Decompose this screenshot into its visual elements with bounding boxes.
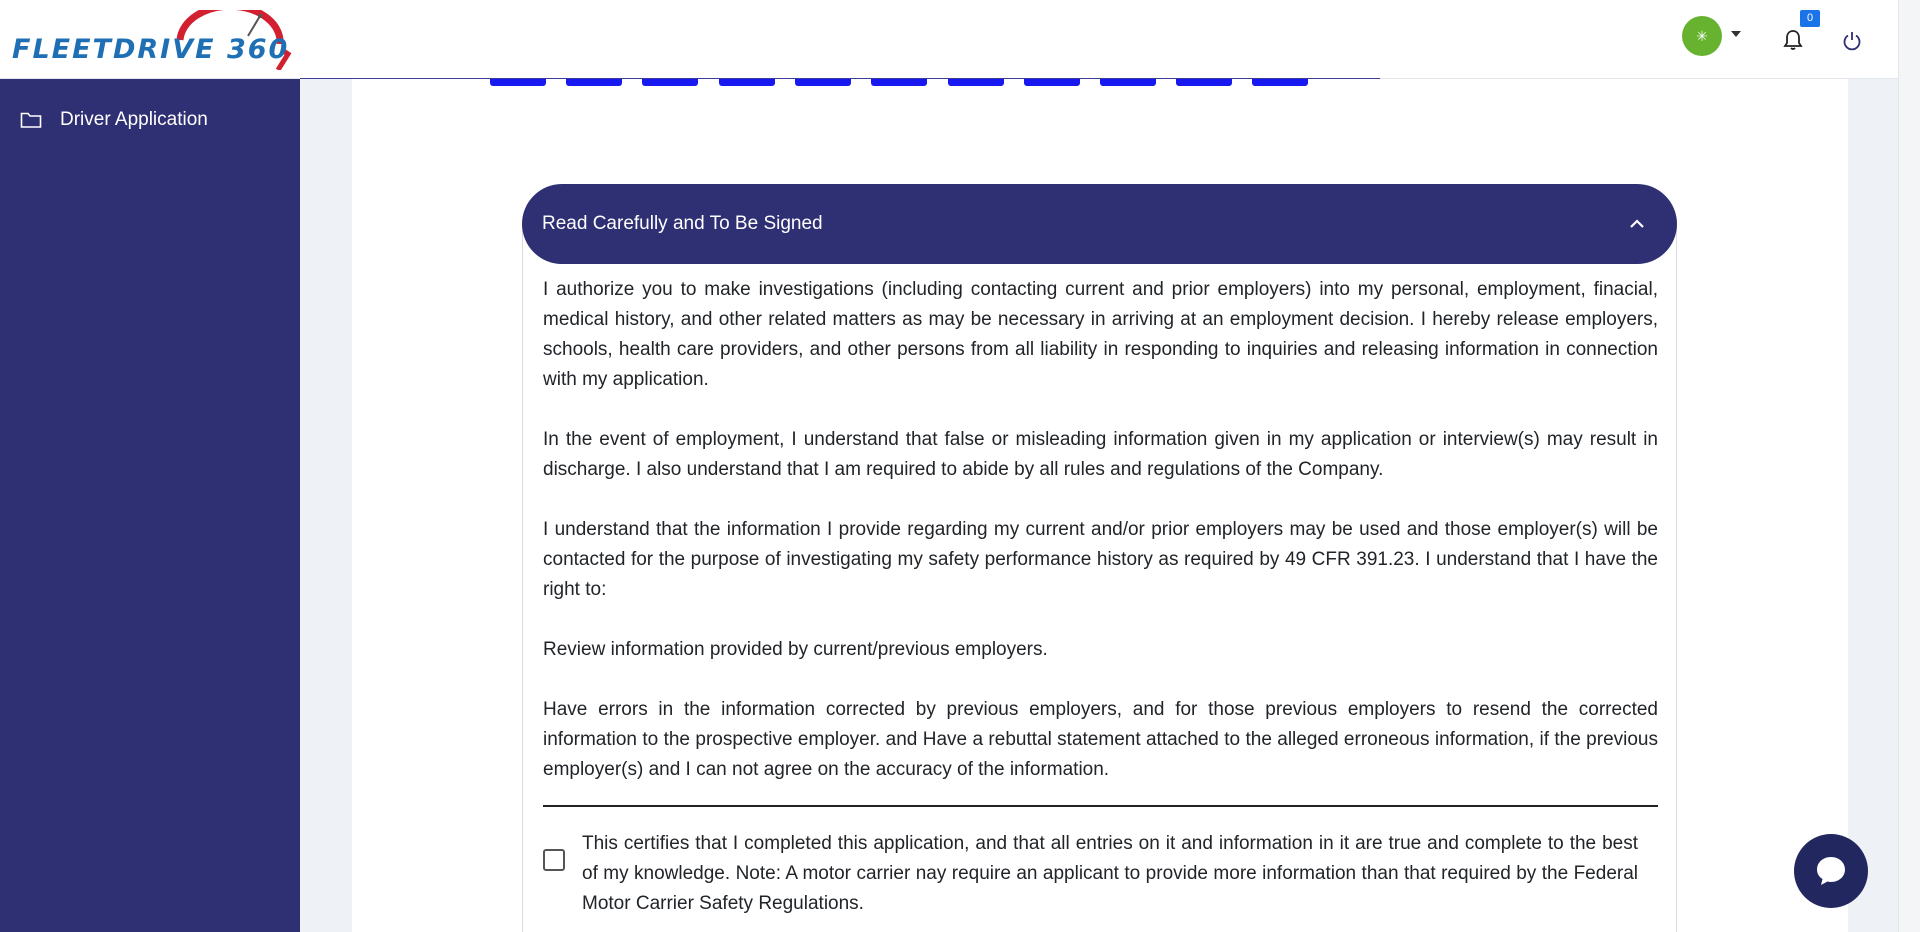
stepper-tab[interactable] — [719, 79, 775, 86]
chevron-up-icon[interactable] — [1627, 214, 1647, 234]
stepper-tab[interactable] — [1024, 79, 1080, 86]
user-avatar[interactable]: ✳ — [1682, 16, 1722, 56]
stepper-tab[interactable] — [871, 79, 927, 86]
correction-right-paragraph: Have errors in the information corrected… — [543, 699, 1658, 780]
logo-text: FLEETDRIVE 360 — [12, 34, 290, 65]
notification-count-badge: 0 — [1800, 10, 1820, 27]
employer-info-paragraph: I understand that the information I prov… — [543, 519, 1658, 600]
accordion-header[interactable]: Read Carefully and To Be Signed — [522, 184, 1677, 264]
accordion-title: Read Carefully and To Be Signed — [542, 213, 823, 234]
certification-checkbox[interactable] — [543, 849, 565, 871]
accordion-body: I authorize you to make investigations (… — [543, 275, 1658, 815]
stepper-tab[interactable] — [795, 79, 851, 86]
stepper-tab[interactable] — [642, 79, 698, 86]
stepper-tab[interactable] — [1176, 79, 1232, 86]
folder-icon — [20, 112, 42, 128]
employment-paragraph: In the event of employment, I understand… — [543, 429, 1658, 480]
stepper-tab[interactable] — [566, 79, 622, 86]
stepper-line — [300, 78, 1380, 79]
certification-row: This certifies that I completed this app… — [543, 829, 1638, 919]
power-icon[interactable] — [1841, 30, 1863, 52]
sidebar-item-label: Driver Application — [60, 109, 208, 130]
top-header: FLEETDRIVE 360 ✳ 0 — [0, 0, 1898, 79]
stepper-tab[interactable] — [948, 79, 1004, 86]
stepper-tab[interactable] — [490, 79, 546, 86]
bell-icon[interactable] — [1781, 28, 1805, 52]
sidebar: Driver Application — [0, 79, 300, 932]
authorization-paragraph: I authorize you to make investigations (… — [543, 279, 1658, 390]
stepper-tab[interactable] — [1100, 79, 1156, 86]
window-scroll-edge — [1898, 0, 1920, 932]
signature-accordion: Read Carefully and To Be Signed I author… — [522, 184, 1677, 932]
chat-bubble-icon — [1817, 857, 1845, 885]
stepper-tab[interactable] — [1252, 79, 1308, 86]
fleetdrive-logo[interactable]: FLEETDRIVE 360 — [10, 10, 300, 70]
chat-widget-button[interactable] — [1794, 834, 1868, 908]
certification-text: This certifies that I completed this app… — [582, 833, 1638, 914]
user-menu-caret-icon[interactable] — [1731, 31, 1741, 37]
review-right-paragraph: Review information provided by current/p… — [543, 639, 1048, 660]
sidebar-item-driver-application[interactable]: Driver Application — [20, 105, 208, 135]
section-divider — [543, 805, 1658, 807]
